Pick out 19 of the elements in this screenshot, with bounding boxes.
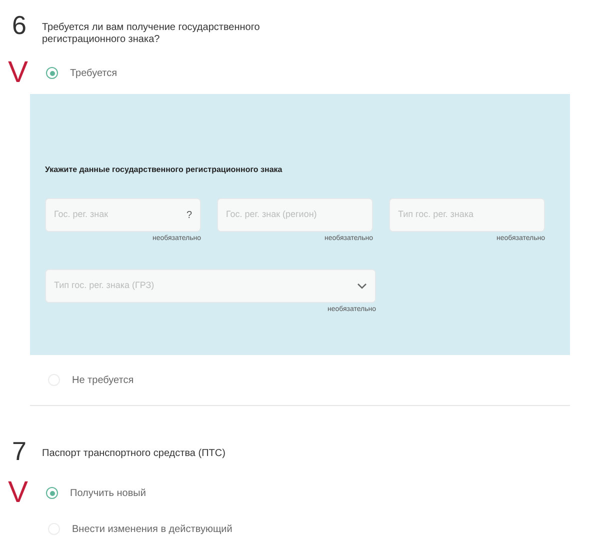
check-mark: V (8, 58, 30, 88)
option-label: Получить новый (70, 486, 146, 500)
panel-title: Укажите данные государственного регистрационного знака (45, 164, 284, 176)
question-title: Требуется ли вам получение государственного регистрационного знака? (42, 22, 261, 46)
option-label: Требуется (70, 66, 118, 80)
question-title: Паспорт транспортного средства (ПТС) (42, 448, 226, 460)
input-field[interactable]: Гос. рег. знак ? (45, 198, 201, 232)
radio-button[interactable] (46, 487, 58, 499)
option-label: Не требуется (72, 374, 134, 388)
radio-button[interactable] (46, 67, 58, 79)
input-field[interactable]: Тип гос. рег. знака (389, 198, 545, 232)
question-number: 6 (12, 10, 28, 40)
help-mark: ? (186, 208, 192, 222)
check-mark: V (8, 478, 30, 508)
question-number: 7 (12, 436, 28, 466)
option-label: Внести изменения в действующий (72, 522, 232, 536)
input-field[interactable]: Гос. рег. знак (регион) (217, 198, 373, 232)
chevron-down-icon (357, 282, 367, 288)
select-field[interactable]: Тип гос. рег. знака (ГРЗ) (45, 268, 376, 302)
